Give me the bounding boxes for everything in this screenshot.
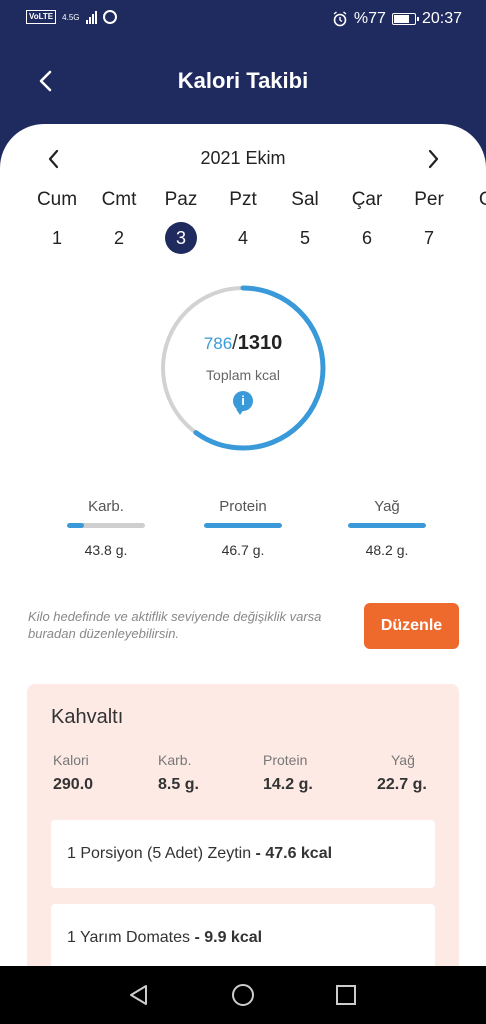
edit-button[interactable]: Düzenle [364, 603, 459, 649]
day-strip: Cum 1 Cmt 2 Paz 3 Pzt 4 Sal 5 Çar 6 Per 7 Cu 8 [0, 186, 486, 256]
day-name: Per [414, 189, 444, 210]
day-item[interactable]: Sal 5 [275, 186, 335, 254]
macro-item: Protein 46.7 g. [193, 498, 293, 558]
meal-item[interactable]: 1 Yarım Domates - 9.9 kcal [51, 904, 435, 966]
target-calories: 1310 [237, 332, 283, 354]
macro-value: 46.7 g. [221, 542, 265, 558]
macro-progress-bar [204, 523, 282, 528]
day-item[interactable]: Paz 3 [151, 186, 211, 254]
battery-icon [391, 13, 419, 25]
macro-summary: Karb. 43.8 g. Protein 46.7 g. Yağ 48.2 g. [0, 498, 486, 568]
macro-progress-fill [67, 523, 85, 528]
day-name: Sal [291, 189, 319, 210]
meal-item-kcal: - 47.6 kcal [255, 845, 333, 862]
day-name: Cum [36, 189, 78, 210]
day-number: 5 [299, 228, 310, 248]
meal-stat: Protein 14.2 g. [263, 752, 353, 794]
meal-item-kcal: - 9.9 kcal [194, 929, 263, 946]
meal-item[interactable]: 1 Porsiyon (5 Adet) Zeytin - 47.6 kcal [51, 820, 435, 888]
macro-item: Yağ 48.2 g. [337, 498, 437, 558]
day-number: 1 [51, 228, 62, 248]
network-type: 4.5G [62, 12, 80, 22]
macro-name: Protein [219, 498, 267, 515]
meal-stat-label: Protein [263, 752, 308, 768]
main-card: 2021 Ekim Cum1Cmt2Paz3Pzt4Sal5Çar6Per7Cu… [0, 124, 486, 966]
meal-stat-value: 22.7 g. [377, 776, 427, 793]
signal-icon [85, 10, 97, 24]
day-name: Pzt [229, 189, 257, 210]
sync-icon [102, 10, 117, 24]
meal-item-name: 1 Porsiyon (5 Adet) Zeytin [67, 845, 252, 862]
meal-card-breakfast: Kahvaltı Kalori 290.0 Karb. 8.5 g. Prote… [27, 684, 459, 966]
status-bar: VoLTE 4.5G %77 20:37 [0, 0, 486, 40]
day-item[interactable]: Cmt 2 [89, 186, 149, 254]
day-name: Cu [478, 189, 486, 210]
status-left: VoLTE 4.5G [26, 10, 117, 24]
meal-item-name: 1 Yarım Domates [67, 929, 191, 946]
meal-stat-label: Kalori [53, 752, 89, 768]
meal-stat: Yağ 22.7 g. [377, 752, 467, 794]
volte-indicator: VoLTE [26, 10, 57, 24]
meal-stat-label: Karb. [158, 752, 192, 768]
meal-stat-label: Yağ [391, 752, 415, 768]
back-triangle-icon[interactable] [124, 980, 154, 1010]
info-icon[interactable]: i [233, 391, 253, 415]
ring-center: 786/1310 Toplam kcal i [159, 332, 327, 415]
macro-value: 43.8 g. [84, 542, 128, 558]
day-number: 2 [113, 228, 124, 248]
day-item[interactable]: Pzt 4 [213, 186, 273, 254]
day-name: Cmt [101, 189, 137, 210]
home-circle-icon[interactable] [228, 980, 258, 1010]
month-selector: 2021 Ekim [0, 142, 486, 176]
status-right: %77 20:37 [332, 10, 462, 28]
app-header: Kalori Takibi [0, 40, 486, 124]
calorie-ring: 786/1310 Toplam kcal i [159, 284, 327, 452]
macro-name: Karb. [88, 498, 124, 515]
macro-item: Karb. 43.8 g. [56, 498, 156, 558]
month-label: 2021 Ekim [200, 148, 286, 168]
day-item[interactable]: Cum 1 [27, 186, 87, 254]
edit-hint: Kilo hedefinde ve aktiflik seviyende değ… [28, 609, 322, 641]
macro-name: Yağ [374, 498, 400, 515]
macro-progress-bar [67, 523, 145, 528]
day-item[interactable]: Per 7 [399, 186, 459, 254]
day-name: Paz [164, 189, 198, 210]
page-title: Kalori Takibi [177, 68, 309, 93]
meal-title: Kahvaltı [51, 706, 124, 728]
macro-progress-fill [204, 523, 282, 528]
macro-progress-fill [348, 523, 426, 528]
battery-percent: %77 [353, 10, 386, 27]
day-number: 8 [475, 222, 486, 254]
clock: 20:37 [421, 10, 462, 27]
meal-stat: Kalori 290.0 [53, 752, 143, 794]
day-number: 7 [423, 228, 434, 248]
consumed-calories: 786 [203, 334, 233, 353]
macro-value: 48.2 g. [365, 542, 409, 558]
meal-stat: Karb. 8.5 g. [158, 752, 248, 794]
day-number: 4 [237, 228, 248, 248]
day-number: 6 [361, 228, 372, 248]
calorie-unit-label: Toplam kcal [206, 367, 280, 383]
day-item[interactable]: Cu 8 [461, 186, 486, 254]
macro-progress-bar [348, 523, 426, 528]
system-nav-bar [0, 966, 486, 1024]
meal-stat-value: 290.0 [53, 776, 94, 793]
next-month-chevron-right-icon[interactable] [421, 146, 445, 172]
day-item[interactable]: Çar 6 [337, 186, 397, 254]
day-name: Çar [351, 189, 383, 210]
alarm-icon [333, 11, 347, 27]
recents-square-icon[interactable] [331, 980, 361, 1010]
selected-day-number: 3 [165, 222, 197, 254]
meal-stat-value: 8.5 g. [158, 776, 199, 793]
meal-stat-value: 14.2 g. [263, 776, 313, 793]
calorie-numbers: 786/1310 [159, 332, 327, 355]
